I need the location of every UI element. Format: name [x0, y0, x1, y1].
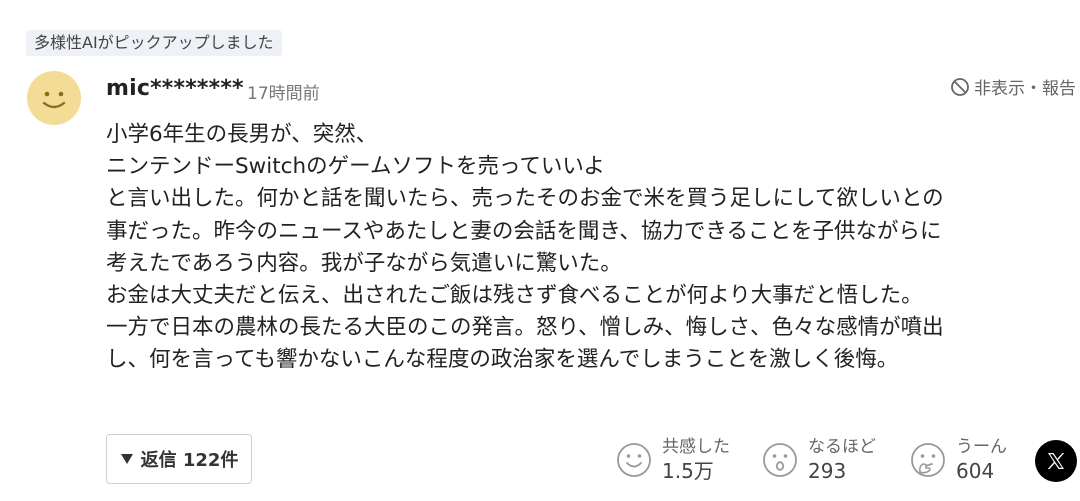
smile-icon [617, 443, 651, 477]
reaction-label: うーん [956, 437, 1007, 457]
x-logo-icon [1047, 453, 1065, 469]
thinking-icon [911, 443, 945, 477]
reaction-count: 604 [956, 459, 995, 483]
user-avatar [27, 71, 81, 125]
hide-report-label: 非表示・報告 [974, 79, 1076, 99]
comment-username[interactable]: mic******** [106, 76, 244, 101]
reaction-count: 1.5万 [662, 459, 714, 483]
hide-report-link[interactable]: 非表示・報告 [950, 74, 1076, 99]
comment-line: ニンテンドーSwitchのゲームソフトを売っていいよ [106, 154, 605, 180]
comment-line: お金は大丈夫だと伝え、出されたご飯は残さず食べることが何より大事だと悟した。 [106, 283, 923, 309]
reaction-naruhodo-button[interactable]: なるほど 293 [762, 436, 876, 484]
triangle-down-icon [120, 454, 133, 464]
comment-line: 考えたであろう内容。我が子ながら気遣いに驚いた。 [106, 250, 622, 276]
comment-line: と言い出した。何かと話を聞いたら、売ったそのお金で米を買う足しにして欲しいとの [106, 186, 944, 212]
reaction-label: 共感した [662, 437, 730, 457]
share-x-button[interactable] [1035, 440, 1077, 482]
block-icon [951, 77, 969, 96]
ai-pick-badge: 多様性AIがピックアップしました [26, 30, 282, 56]
reaction-uun-button[interactable]: うーん 604 [910, 436, 1007, 484]
smiley-face-icon [42, 91, 66, 109]
comment-line: し、何を言っても響かないこんな程度の政治家を選んでしまうことを激しく後悔。 [106, 347, 899, 373]
surprised-icon [763, 443, 797, 477]
reaction-count: 293 [808, 459, 847, 483]
comment-line: 事だった。昨今のニュースやあたしと妻の会話を聞き、協力できることを子供ながらに [106, 218, 942, 244]
comment-timestamp: 17時間前 [247, 84, 320, 104]
reply-button[interactable]: 返信 122件 [106, 434, 252, 484]
reply-label: 返信 122件 [140, 450, 239, 471]
comment-line: 一方で日本の農林の長たる大臣のこの発言。怒り、憎しみ、悔しさ、色々な感情が噴出 [106, 315, 944, 341]
comment-line: 小学6年生の長男が、突然、 [106, 122, 378, 147]
comment-body: 小学6年生の長男が、突然、 ニンテンドーSwitchのゲームソフトを売っていいよ… [106, 119, 1071, 377]
reaction-label: なるほど [808, 437, 876, 457]
reaction-empathy-button[interactable]: 共感した 1.5万 [616, 436, 730, 484]
